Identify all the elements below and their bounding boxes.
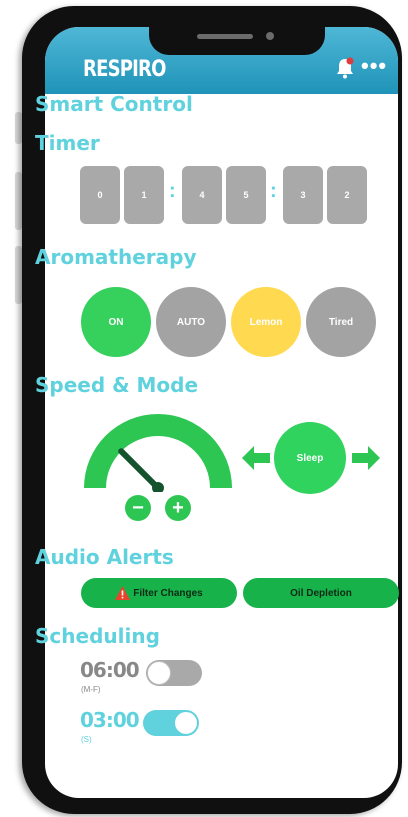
- toggle-knob: [147, 661, 171, 685]
- speaker-grille: [197, 34, 253, 39]
- arrow-right-icon[interactable]: [352, 446, 380, 470]
- schedule-time-1: 06:00: [80, 658, 140, 682]
- aroma-auto-button[interactable]: AUTO: [156, 287, 226, 357]
- phone-side-button-2: [15, 172, 22, 230]
- mode-sleep-button[interactable]: Sleep: [274, 422, 346, 494]
- app-brand: RESPIRO: [83, 57, 166, 82]
- more-icon[interactable]: •••: [361, 53, 387, 79]
- phone-notch: [149, 27, 325, 55]
- speed-mode-title: Speed & Mode: [35, 373, 199, 397]
- speed-gauge-needle: [118, 448, 161, 491]
- schedule-days-1: (M-F): [81, 685, 101, 694]
- smart-control-title: Smart Control: [35, 92, 193, 116]
- speed-plus-button[interactable]: +: [165, 495, 191, 521]
- aroma-lemon-button[interactable]: Lemon: [231, 287, 301, 357]
- aroma-tired-button[interactable]: Tired: [306, 287, 376, 357]
- phone-side-button-3: [15, 246, 22, 304]
- timer-digit-4[interactable]: 5: [226, 166, 266, 224]
- speed-gauge-arc: [84, 414, 232, 488]
- audio-alerts-title: Audio Alerts: [35, 545, 174, 569]
- schedule-toggle-1[interactable]: [146, 660, 202, 686]
- bell-icon[interactable]: [335, 57, 355, 79]
- phone-side-button-1: [15, 112, 22, 144]
- schedule-time-2: 03:00: [80, 708, 140, 732]
- aroma-on-button[interactable]: ON: [81, 287, 151, 357]
- oil-depletion-alert[interactable]: Oil Depletion: [243, 578, 399, 608]
- schedule-toggle-2[interactable]: [143, 710, 199, 736]
- warning-icon: [115, 586, 131, 600]
- timer-digit-1[interactable]: 0: [80, 166, 120, 224]
- timer-separator-1: :: [169, 180, 176, 202]
- scheduling-title: Scheduling: [35, 624, 160, 648]
- toggle-knob: [174, 711, 198, 735]
- front-camera: [266, 32, 274, 40]
- timer-digit-2[interactable]: 1: [124, 166, 164, 224]
- timer-digit-3[interactable]: 4: [182, 166, 222, 224]
- filter-changes-label: Filter Changes: [133, 587, 203, 599]
- speed-gauge[interactable]: [80, 412, 236, 492]
- timer-separator-2: :: [270, 180, 277, 202]
- arrow-left-icon[interactable]: [242, 446, 270, 470]
- speed-minus-button[interactable]: −: [125, 495, 151, 521]
- schedule-days-2: (S): [81, 735, 92, 744]
- timer-title: Timer: [35, 131, 100, 155]
- timer-digit-5[interactable]: 3: [283, 166, 323, 224]
- filter-changes-alert[interactable]: Filter Changes: [81, 578, 237, 608]
- aromatherapy-title: Aromatherapy: [35, 245, 197, 269]
- timer-digit-6[interactable]: 2: [327, 166, 367, 224]
